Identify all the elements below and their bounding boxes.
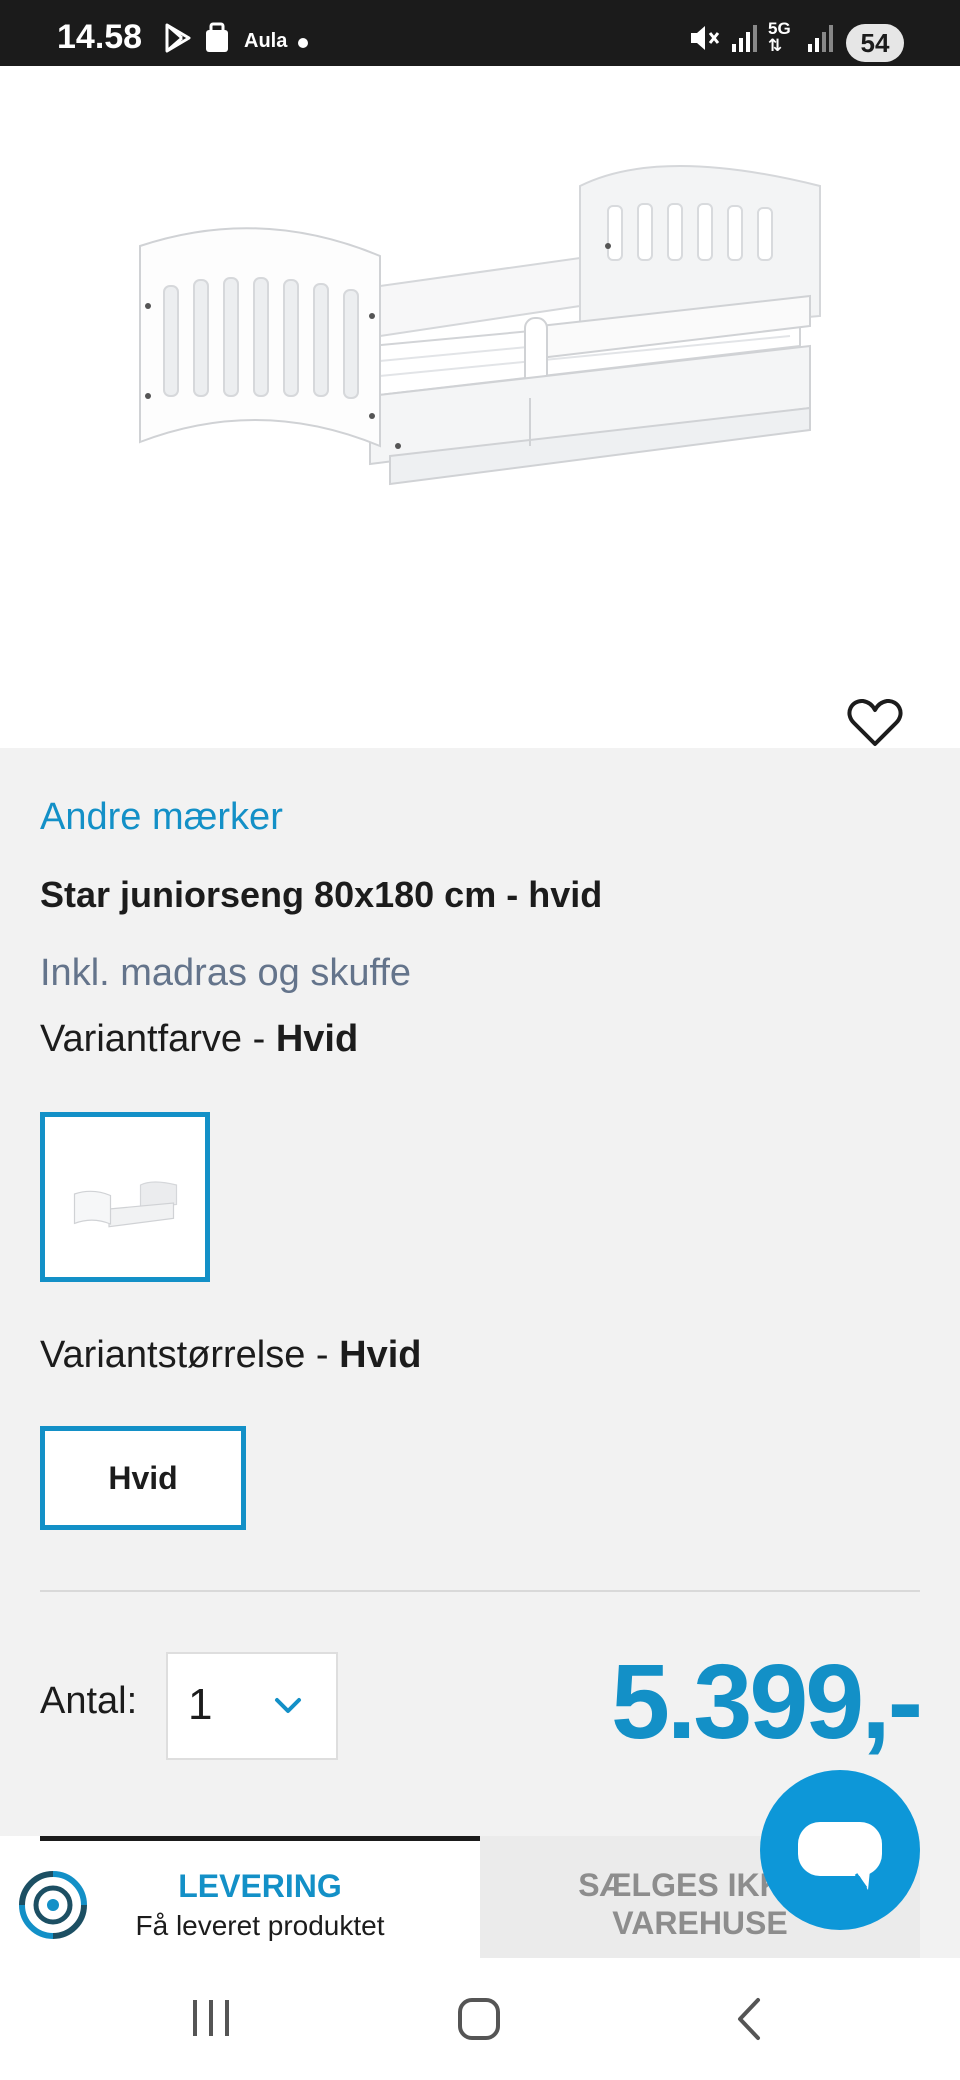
variant-size-option[interactable]: Hvid bbox=[40, 1426, 246, 1530]
chat-button[interactable] bbox=[760, 1770, 920, 1930]
variant-color-value: Hvid bbox=[275, 1018, 359, 1060]
brand-link[interactable]: Andre mærker bbox=[40, 796, 283, 839]
swatch-bed-thumbnail bbox=[73, 1181, 178, 1228]
chevron-down-icon bbox=[272, 1694, 304, 1723]
notification-icon bbox=[204, 22, 230, 59]
system-nav-bar bbox=[0, 1958, 960, 2080]
variant-size-value: Hvid bbox=[339, 1334, 422, 1376]
battery-level: 54 bbox=[846, 24, 904, 62]
product-image[interactable] bbox=[130, 146, 830, 491]
tab-delivery-title: LEVERING bbox=[178, 1868, 342, 1904]
status-bar: 14.58 Aula 5G ⇅ 54 bbox=[0, 0, 960, 66]
tab-delivery-subtitle: Få leveret produktet bbox=[135, 1910, 385, 1941]
favorite-button[interactable] bbox=[846, 696, 904, 750]
home-icon[interactable] bbox=[456, 1996, 502, 2047]
variant-size-label: Variantstørrelse - Hvid bbox=[40, 1334, 422, 1376]
product-subtitle: Inkl. madras og skuffe bbox=[40, 952, 412, 994]
mute-icon bbox=[688, 22, 722, 59]
status-dot bbox=[298, 38, 308, 48]
divider bbox=[40, 1590, 920, 1592]
quantity-label: Antal: bbox=[40, 1680, 138, 1722]
status-time: 14.58 bbox=[57, 18, 143, 56]
signal-icon bbox=[806, 22, 836, 59]
product-title: Star juniorseng 80x180 cm - hvid bbox=[40, 874, 603, 915]
play-store-icon bbox=[162, 22, 194, 59]
recents-icon[interactable] bbox=[190, 1996, 232, 2045]
product-gallery[interactable] bbox=[0, 66, 960, 780]
variant-color-label: Variantfarve - Hvid bbox=[40, 1018, 359, 1060]
signal-icon bbox=[730, 22, 760, 59]
variant-color-swatch[interactable] bbox=[40, 1112, 210, 1282]
aula-label: Aula bbox=[244, 30, 288, 52]
quantity-value: 1 bbox=[188, 1680, 213, 1729]
back-icon[interactable] bbox=[732, 1996, 766, 2047]
tab-delivery-indicator bbox=[40, 1836, 480, 1841]
chat-icon bbox=[760, 1822, 920, 1934]
quantity-select[interactable]: 1 bbox=[166, 1652, 338, 1760]
product-price: 5.399,- bbox=[610, 1643, 923, 1761]
delivery-icon bbox=[16, 1868, 90, 1947]
tab-delivery[interactable]: LEVERING Få leveret produktet bbox=[0, 1836, 480, 1958]
network-label: 5G ⇅ bbox=[768, 19, 791, 55]
